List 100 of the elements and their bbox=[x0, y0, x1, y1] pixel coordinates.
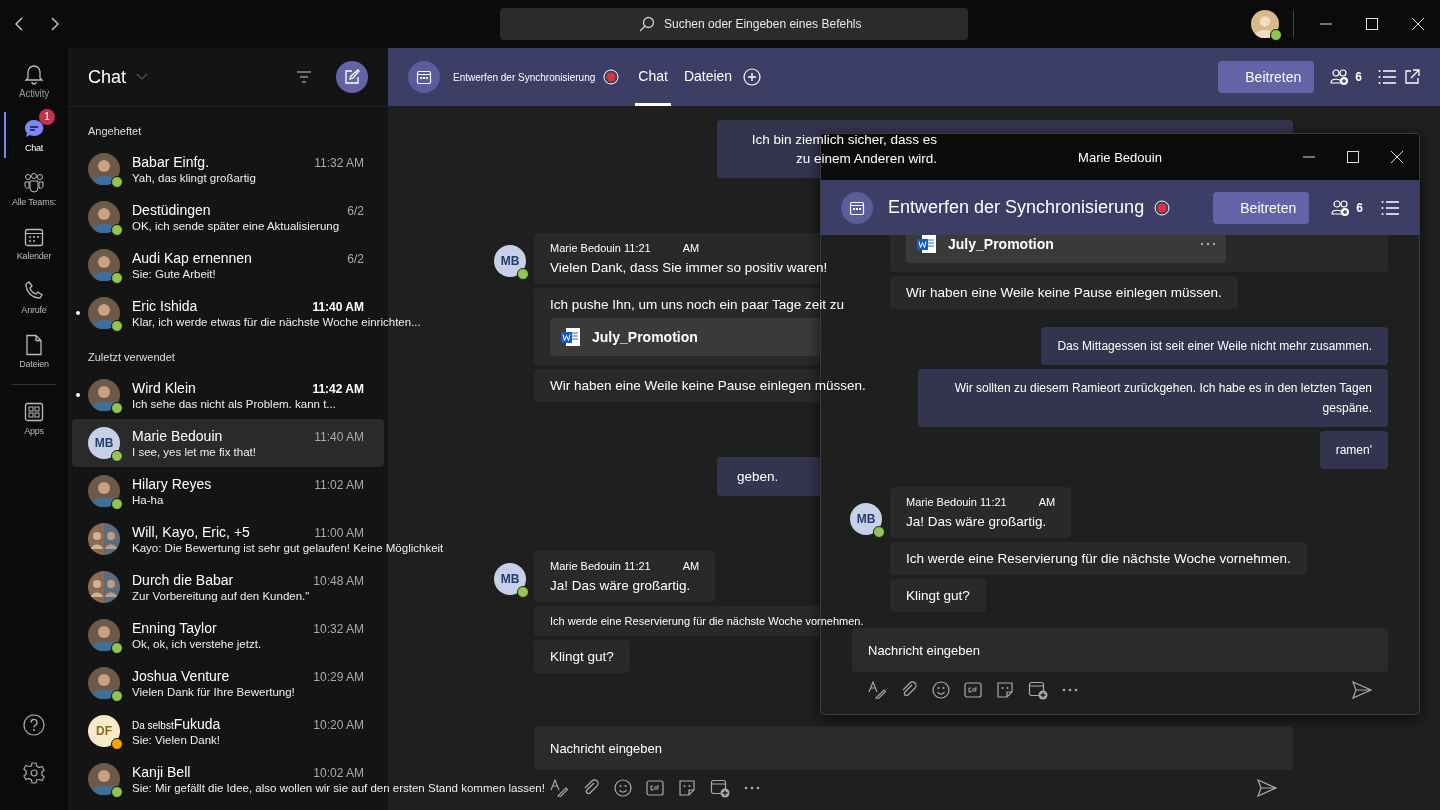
contact-name: Enning Taylor bbox=[132, 620, 218, 636]
message-text: Ich bin ziemlich sicher, dass es zu einem Anderen wird. bbox=[750, 131, 937, 168]
message-field[interactable]: Nachricht eingeben bbox=[852, 628, 1388, 672]
message-preview: Sie: Gute Arbeit! bbox=[132, 268, 217, 280]
search-field[interactable]: Suchen oder Eingeben eines Befehls bbox=[500, 8, 968, 40]
message-preview: Klar, ich werde etwas für die nächste Woche einrichten... bbox=[132, 316, 421, 328]
schedule-meeting-icon[interactable] bbox=[710, 778, 730, 798]
unread-dot bbox=[76, 393, 80, 397]
sticker-icon[interactable] bbox=[678, 779, 696, 797]
meeting-icon bbox=[841, 191, 873, 224]
sticker-icon[interactable] bbox=[996, 681, 1014, 699]
file-card[interactable]: July_Promotion bbox=[906, 235, 1226, 263]
chat-row[interactable]: MB Marie Bedouin 11:40 AM I see, yes let me fix that! bbox=[72, 419, 384, 467]
rail-item[interactable]: Apps bbox=[0, 391, 68, 445]
chat-row[interactable]: Will, Kayo, Eric, +5 11:00 AM Kayo: Die Bewertung ist sehr gut gelaufen! Keine Möglichkeit bbox=[72, 515, 464, 563]
message-preview: Zur Vorbereitung auf den Kunden." bbox=[132, 590, 311, 602]
new-chat-button[interactable] bbox=[336, 61, 368, 93]
chat-row[interactable]: Babar Einfg. 11:32 AM Yah, das klingt großartig bbox=[72, 145, 384, 193]
timestamp: 6/2 bbox=[347, 204, 364, 218]
rail-item[interactable]: 1 Chat bbox=[0, 108, 68, 162]
document-icon bbox=[560, 326, 582, 348]
compose-icon bbox=[344, 69, 360, 85]
contact-name: Babar Einfg. bbox=[132, 154, 211, 170]
tab[interactable]: Chat bbox=[635, 48, 671, 106]
gif-icon[interactable] bbox=[964, 682, 982, 698]
timestamp: 10:48 AM bbox=[313, 574, 364, 588]
participants-icon[interactable] bbox=[1331, 198, 1352, 217]
unread-dot bbox=[76, 311, 80, 315]
chat-row[interactable]: Destüdingen 6/2 OK, ich sende später eine Aktualisierung bbox=[72, 193, 384, 241]
rail-item[interactable]: Activity bbox=[0, 54, 68, 108]
rail-item[interactable]: Anrufe bbox=[0, 270, 68, 324]
format-icon[interactable] bbox=[550, 779, 568, 797]
more-icon[interactable] bbox=[744, 786, 760, 790]
chat-row[interactable]: Enning Taylor 10:32 AM Ok, ok, ich verstehe jetzt. bbox=[72, 611, 384, 659]
chat-row[interactable]: Hilary Reyes 11:02 AM Ha-ha bbox=[72, 467, 384, 515]
message-text: Ich werde eine Reservierung für die nächste Woche vornehmen. bbox=[550, 615, 864, 627]
pop-out-icon[interactable] bbox=[1404, 69, 1420, 85]
message-preview: Vielen Dank für Ihre Bewertung! bbox=[132, 686, 296, 698]
contact-name: Durch die Babar bbox=[132, 572, 235, 588]
phone-icon bbox=[23, 279, 45, 302]
rail-item[interactable]: Alle Teams: bbox=[0, 162, 68, 216]
search-icon bbox=[639, 16, 655, 32]
timestamp: 11:02 AM bbox=[314, 478, 364, 492]
close-icon[interactable] bbox=[1391, 151, 1403, 163]
contact-name: Will, Kayo, Eric, +5 bbox=[132, 524, 251, 540]
time-suffix: AM bbox=[682, 242, 700, 254]
timestamp: 11:32 AM bbox=[314, 156, 364, 170]
rail-item[interactable]: Dateien bbox=[0, 324, 68, 378]
sender-time: Marie Bedouin 11:21 bbox=[550, 560, 651, 572]
maximize-icon[interactable] bbox=[1347, 151, 1359, 163]
settings-icon[interactable] bbox=[23, 762, 45, 784]
chat-row[interactable]: Audi Kap ernennen 6/2 Sie: Gute Arbeit! bbox=[72, 241, 384, 289]
gif-icon[interactable] bbox=[646, 780, 664, 796]
attach-icon[interactable] bbox=[582, 779, 600, 797]
message-text: Das Mittagessen ist seit einer Weile nicht mehr zusammen. bbox=[1057, 338, 1372, 355]
maximize-icon[interactable] bbox=[1366, 18, 1378, 30]
join-button[interactable]: Beitreten bbox=[1213, 191, 1310, 224]
profile-avatar[interactable] bbox=[1251, 10, 1279, 38]
section-heading: Zuletzt verwendet bbox=[87, 350, 176, 365]
schedule-meeting-icon[interactable] bbox=[1028, 680, 1048, 700]
send-icon[interactable] bbox=[1352, 681, 1372, 699]
timestamp: 10:02 AM bbox=[313, 766, 364, 780]
join-button[interactable]: Beitreten bbox=[1218, 61, 1315, 93]
list-icon[interactable] bbox=[1381, 200, 1399, 215]
message-text: Klingt gut? bbox=[550, 649, 614, 664]
contact-name: Kanji Bell bbox=[132, 764, 192, 780]
participants-icon[interactable] bbox=[1330, 68, 1351, 86]
rail-item[interactable]: Kalender bbox=[0, 216, 68, 270]
message-text: Wir haben eine Weile keine Pause einlegen müssen. bbox=[906, 285, 1222, 300]
chat-row[interactable]: DF Da selbstFukuda 10:20 AM Sie: Vielen Dank! bbox=[72, 707, 384, 755]
send-icon[interactable] bbox=[1257, 779, 1277, 797]
chevron-down-icon[interactable] bbox=[136, 73, 149, 81]
list-icon[interactable] bbox=[1378, 70, 1396, 84]
initials-avatar: MB bbox=[494, 563, 526, 595]
format-icon[interactable] bbox=[868, 681, 886, 699]
add-tab-icon[interactable] bbox=[743, 68, 762, 86]
contact-name: Destüdingen bbox=[132, 202, 212, 218]
file-card[interactable]: July_Promotion bbox=[550, 318, 820, 356]
contact-name: Audi Kap ernennen bbox=[132, 250, 253, 266]
chat-row[interactable]: Wird Klein 11:42 AM Ich sehe das nicht als Problem. kann t... bbox=[72, 371, 384, 419]
sender-time: Marie Bedouin 11:21 bbox=[550, 242, 651, 254]
emoji-icon[interactable] bbox=[932, 681, 950, 699]
timestamp: 11:42 AM bbox=[312, 382, 364, 396]
message-text: ramen' bbox=[1335, 442, 1372, 459]
meeting-icon bbox=[408, 61, 440, 93]
contact-name: Wird Klein bbox=[132, 380, 197, 396]
close-icon[interactable] bbox=[1412, 18, 1424, 30]
chat-row[interactable]: Joshua Venture 10:29 AM Vielen Dank für Ihre Bewertung! bbox=[72, 659, 384, 707]
attach-icon[interactable] bbox=[900, 681, 918, 699]
message-field[interactable]: Nachricht eingeben bbox=[534, 726, 1293, 770]
tab[interactable]: Dateien bbox=[680, 48, 736, 106]
emoji-icon[interactable] bbox=[614, 779, 632, 797]
help-icon[interactable] bbox=[23, 714, 45, 736]
more-icon[interactable] bbox=[1062, 688, 1078, 692]
chat-row[interactable]: Durch die Babar 10:48 AM Zur Vorbereitung auf den Kunden." bbox=[72, 563, 384, 611]
chat-row[interactable]: Eric Ishida 11:40 AM Klar, ich werde etwas für die nächste Woche einrichten... bbox=[72, 289, 441, 337]
chat-icon bbox=[23, 117, 45, 140]
more-icon[interactable] bbox=[1200, 242, 1216, 246]
message-text: Vielen Dank, dass Sie immer so positiv waren! bbox=[550, 260, 828, 275]
filter-icon[interactable] bbox=[296, 71, 312, 83]
